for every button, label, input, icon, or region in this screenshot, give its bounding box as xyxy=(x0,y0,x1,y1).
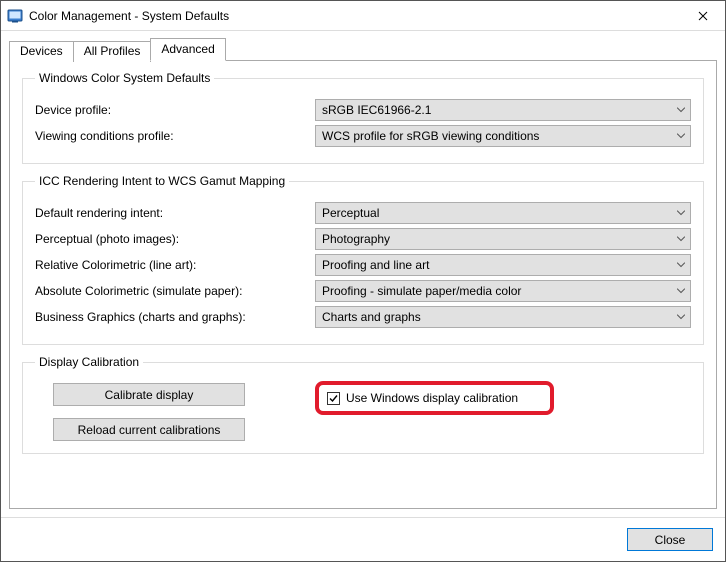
row-business: Business Graphics (charts and graphs): C… xyxy=(35,306,691,328)
dropdown-absolute[interactable]: Proofing - simulate paper/media color xyxy=(315,280,691,302)
footer: Close xyxy=(1,517,725,561)
calibrate-display-button[interactable]: Calibrate display xyxy=(53,383,245,406)
window-title: Color Management - System Defaults xyxy=(29,9,681,23)
dropdown-relative[interactable]: Proofing and line art xyxy=(315,254,691,276)
content-area: Devices All Profiles Advanced Windows Co… xyxy=(1,31,725,517)
label-business: Business Graphics (charts and graphs): xyxy=(35,310,315,324)
tab-strip: Devices All Profiles Advanced xyxy=(9,37,717,60)
group-icc-mapping-legend: ICC Rendering Intent to WCS Gamut Mappin… xyxy=(35,174,289,188)
dropdown-default-intent[interactable]: Perceptual xyxy=(315,202,691,224)
dropdown-perceptual[interactable]: Photography xyxy=(315,228,691,250)
dropdown-viewing-conditions-value: WCS profile for sRGB viewing conditions xyxy=(322,129,539,143)
group-display-calibration-legend: Display Calibration xyxy=(35,355,143,369)
row-absolute: Absolute Colorimetric (simulate paper): … xyxy=(35,280,691,302)
label-device-profile: Device profile: xyxy=(35,103,315,117)
close-button[interactable]: Close xyxy=(627,528,713,551)
group-wcs-defaults-legend: Windows Color System Defaults xyxy=(35,71,214,85)
dropdown-relative-value: Proofing and line art xyxy=(322,258,429,272)
highlight-annotation: Use Windows display calibration xyxy=(315,381,554,415)
label-relative: Relative Colorimetric (line art): xyxy=(35,258,315,272)
chevron-down-icon xyxy=(677,108,685,113)
label-default-intent: Default rendering intent: xyxy=(35,206,315,220)
use-windows-calibration-label: Use Windows display calibration xyxy=(346,391,518,405)
group-icc-mapping: ICC Rendering Intent to WCS Gamut Mappin… xyxy=(22,174,704,345)
row-relative: Relative Colorimetric (line art): Proofi… xyxy=(35,254,691,276)
app-icon xyxy=(7,8,23,24)
window: Color Management - System Defaults Devic… xyxy=(0,0,726,562)
chevron-down-icon xyxy=(677,315,685,320)
tab-advanced[interactable]: Advanced xyxy=(150,38,225,61)
row-device-profile: Device profile: sRGB IEC61966-2.1 xyxy=(35,99,691,121)
reload-calibrations-button[interactable]: Reload current calibrations xyxy=(53,418,245,441)
dropdown-device-profile[interactable]: sRGB IEC61966-2.1 xyxy=(315,99,691,121)
tab-devices[interactable]: Devices xyxy=(9,41,74,62)
dropdown-business[interactable]: Charts and graphs xyxy=(315,306,691,328)
dropdown-business-value: Charts and graphs xyxy=(322,310,421,324)
group-wcs-defaults: Windows Color System Defaults Device pro… xyxy=(22,71,704,164)
label-perceptual: Perceptual (photo images): xyxy=(35,232,315,246)
close-window-button[interactable] xyxy=(681,1,725,30)
group-display-calibration: Display Calibration Calibrate display Re… xyxy=(22,355,704,454)
label-absolute: Absolute Colorimetric (simulate paper): xyxy=(35,284,315,298)
dropdown-absolute-value: Proofing - simulate paper/media color xyxy=(322,284,521,298)
chevron-down-icon xyxy=(677,134,685,139)
dropdown-viewing-conditions[interactable]: WCS profile for sRGB viewing conditions xyxy=(315,125,691,147)
dropdown-default-intent-value: Perceptual xyxy=(322,206,379,220)
dropdown-perceptual-value: Photography xyxy=(322,232,390,246)
checkbox-box xyxy=(327,392,340,405)
chevron-down-icon xyxy=(677,237,685,242)
chevron-down-icon xyxy=(677,263,685,268)
titlebar: Color Management - System Defaults xyxy=(1,1,725,31)
row-viewing-conditions: Viewing conditions profile: WCS profile … xyxy=(35,125,691,147)
chevron-down-icon xyxy=(677,211,685,216)
row-perceptual: Perceptual (photo images): Photography xyxy=(35,228,691,250)
dropdown-device-profile-value: sRGB IEC61966-2.1 xyxy=(322,103,431,117)
row-default-intent: Default rendering intent: Perceptual xyxy=(35,202,691,224)
label-viewing-conditions: Viewing conditions profile: xyxy=(35,129,315,143)
use-windows-calibration-checkbox[interactable]: Use Windows display calibration xyxy=(327,391,518,405)
tab-all-profiles[interactable]: All Profiles xyxy=(73,41,152,62)
tab-panel-advanced: Windows Color System Defaults Device pro… xyxy=(9,60,717,509)
chevron-down-icon xyxy=(677,289,685,294)
